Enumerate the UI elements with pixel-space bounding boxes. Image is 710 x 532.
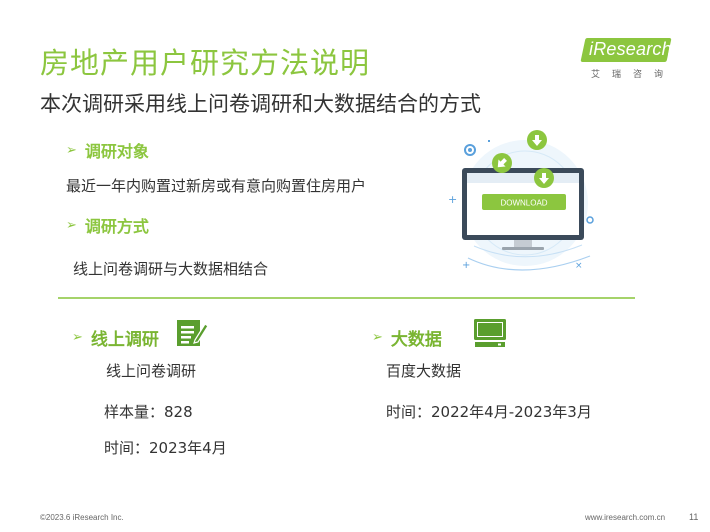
section-method-heading: ➢ 调研方式 (66, 213, 149, 237)
arrow-icon: ➢ (66, 142, 77, 158)
page-number: 11 (689, 512, 699, 522)
section-target-label: 调研对象 (84, 142, 149, 161)
bigdata-line-source: 百度大数据 (386, 362, 462, 380)
computer-download-icon: + + × DOWNLOAD (448, 130, 594, 271)
section-method-label: 调研方式 (84, 217, 149, 236)
section-target-heading: ➢ 调研对象 (66, 138, 149, 162)
logo-text: iResearch (589, 39, 672, 59)
page-subtitle: 本次调研采用线上问卷调研和大数据结合的方式 (40, 92, 481, 116)
bigdata-line-time: 时间：2022年4月-2023年3月 (386, 403, 592, 421)
bigdata-heading: ➢ 大数据 (372, 325, 442, 350)
arrow-icon: ➢ (66, 217, 77, 233)
section-divider (58, 297, 635, 299)
online-line-method: 线上问卷调研 (106, 362, 197, 380)
edit-form-icon (177, 320, 208, 346)
section-method-text: 线上问卷调研与大数据相结合 (73, 260, 269, 278)
svg-text:×: × (575, 261, 583, 271)
logo-subtext: 艾瑞咨询 (591, 70, 676, 80)
computer-icon (474, 319, 506, 347)
page-title: 房地产用户研究方法说明 (40, 46, 371, 80)
svg-text:+: + (462, 260, 470, 271)
iresearch-logo: iResearch 艾瑞咨询 (580, 38, 678, 82)
download-button-label: DOWNLOAD (500, 199, 547, 208)
footer-copyright: ©2023.6 iResearch Inc. (40, 513, 124, 522)
footer-website[interactable]: www.iresearch.com.cn (585, 513, 665, 522)
bigdata-label: 大数据 (390, 330, 442, 350)
svg-text:+: + (448, 193, 457, 206)
arrow-icon: ➢ (72, 330, 83, 345)
online-line-time: 时间：2023年4月 (104, 439, 227, 457)
arrow-icon: ➢ (372, 330, 383, 345)
online-line-sample: 样本量：828 (104, 403, 193, 421)
online-research-heading: ➢ 线上调研 (72, 325, 159, 350)
section-target-text: 最近一年内购置过新房或有意向购置住房用户 (66, 177, 367, 195)
online-research-label: 线上调研 (90, 330, 159, 350)
